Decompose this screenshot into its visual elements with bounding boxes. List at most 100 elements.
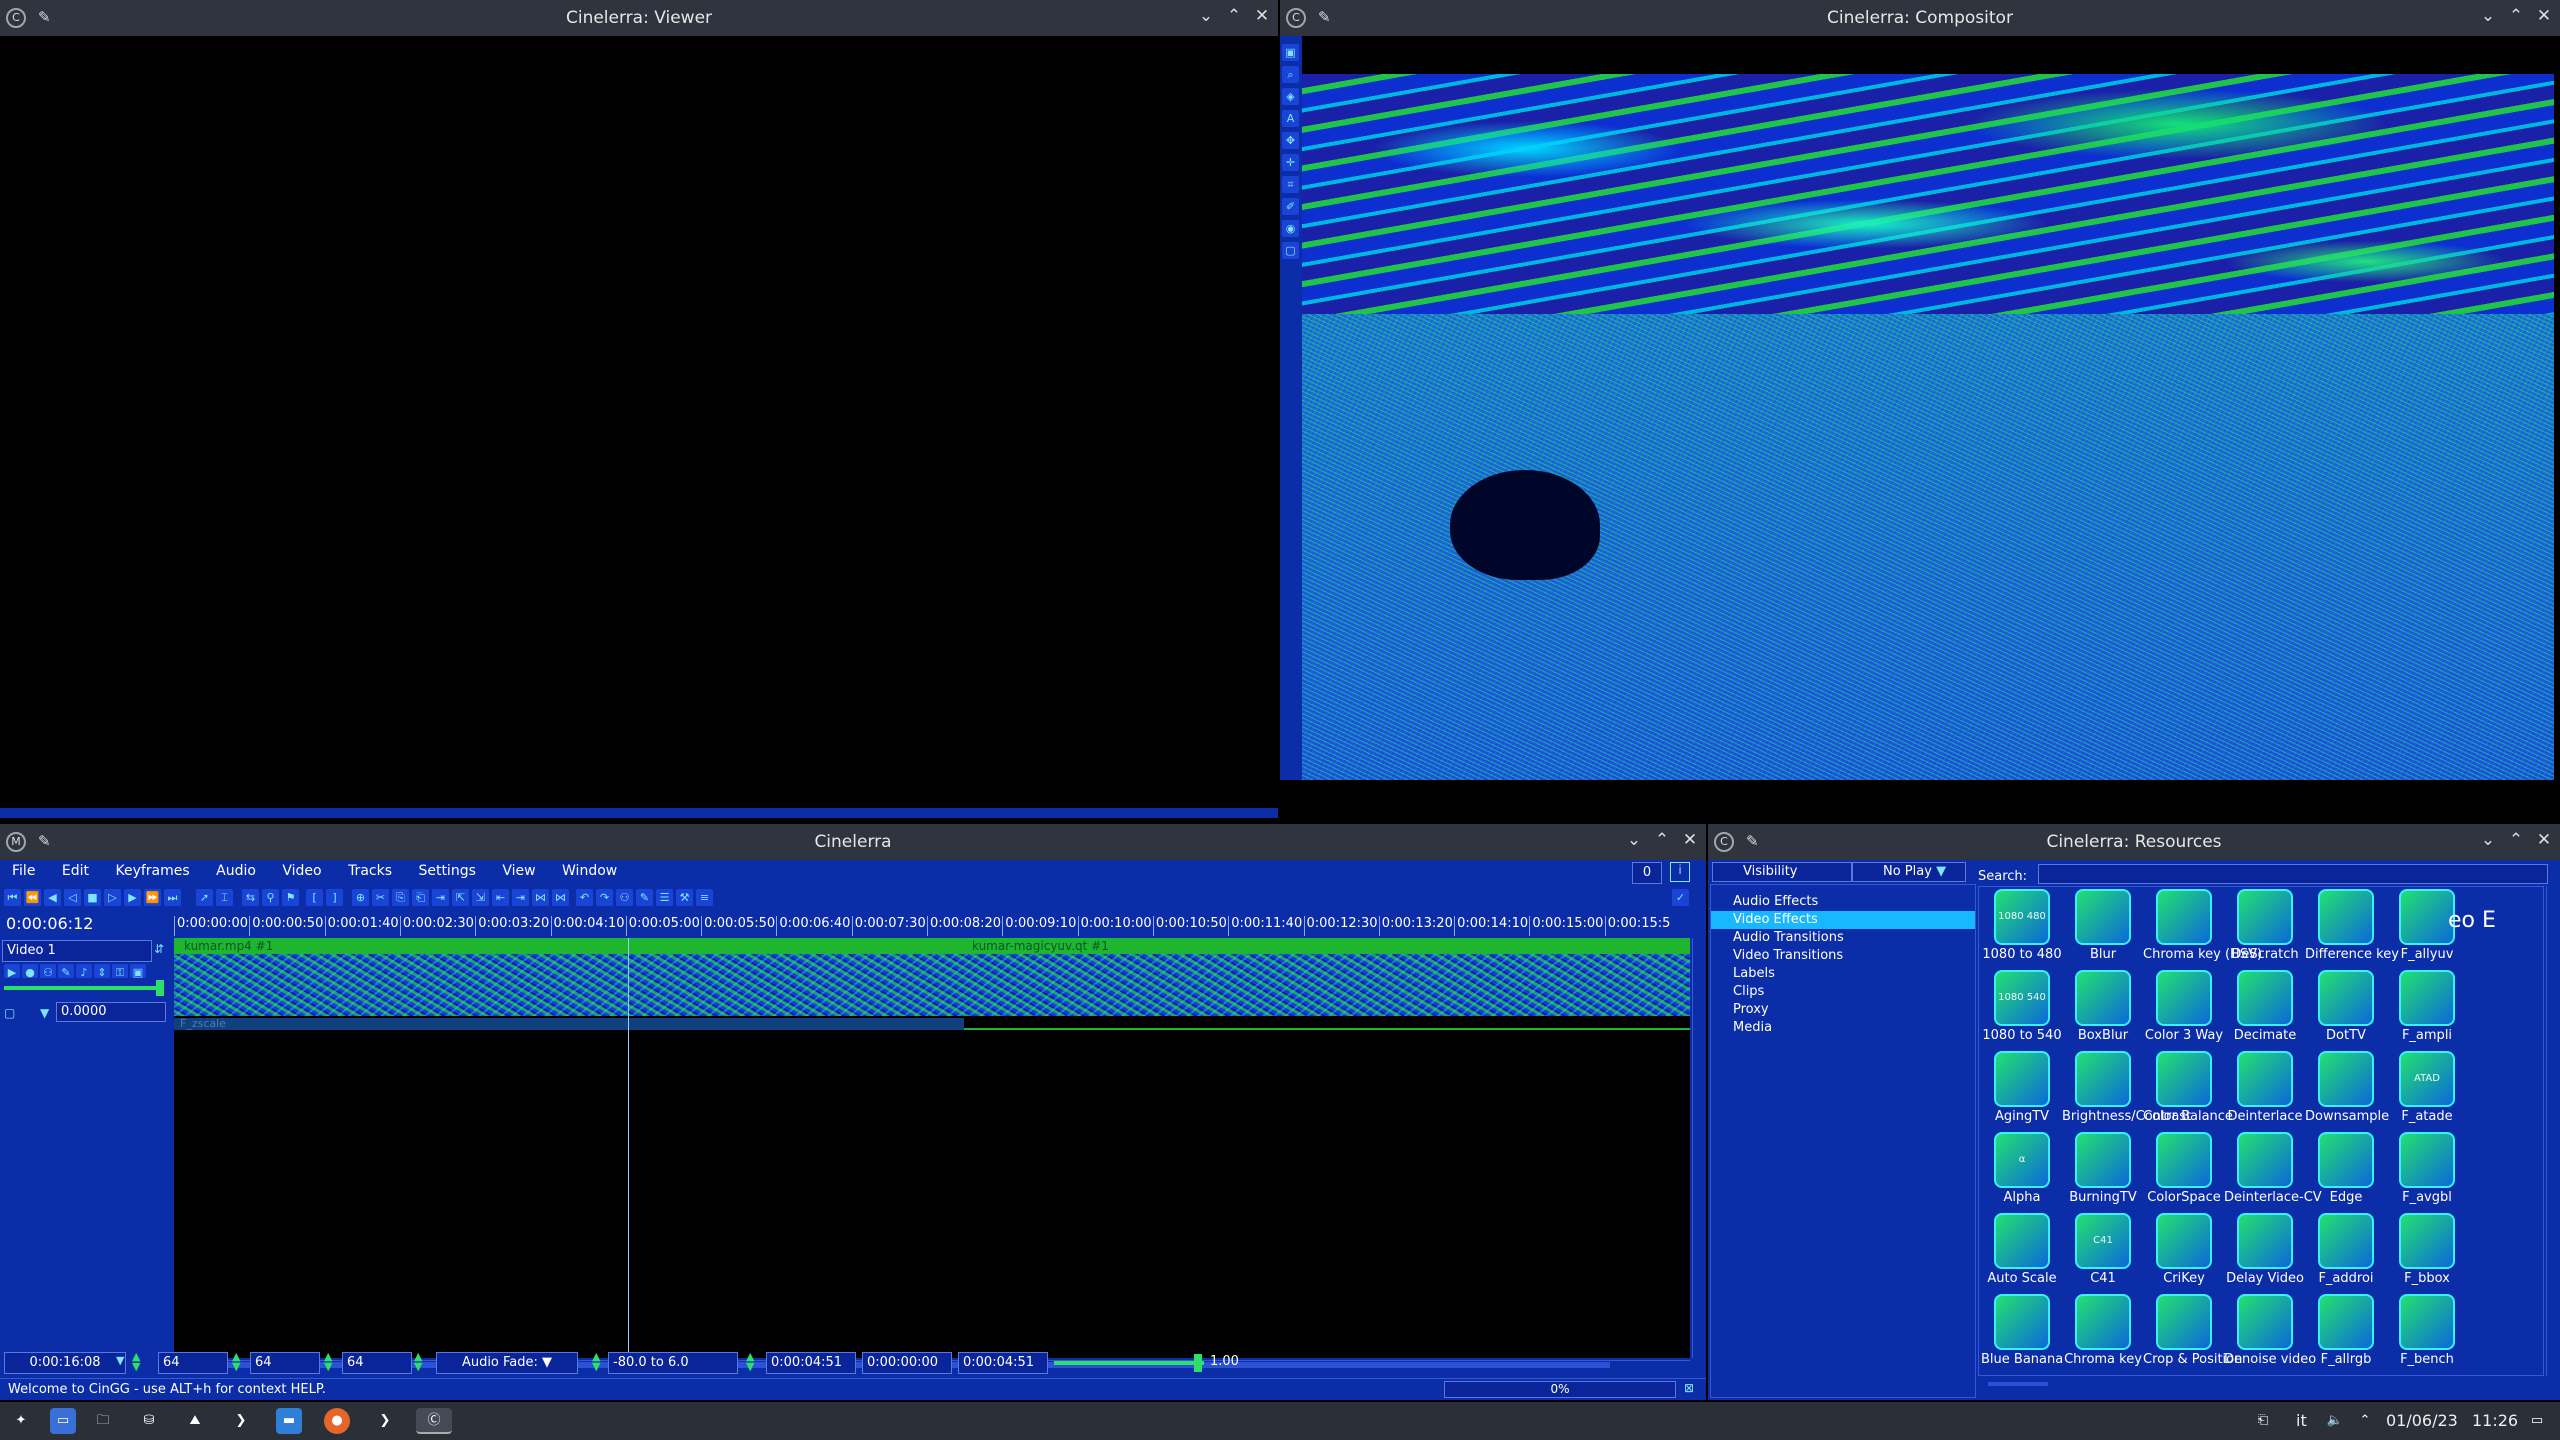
fast-reverse-icon[interactable]: ⏪ [24,889,41,906]
folder-item[interactable]: Labels [1711,965,1975,983]
terminal-2-icon[interactable]: ❯ [372,1408,398,1434]
zoom-spin-3-icon[interactable]: ▲ ▼ [324,1351,332,1372]
effect-item[interactable]: Brightness/Contrast [2062,1051,2191,1133]
extract-icon[interactable]: ⇲ [472,889,489,906]
effect-item[interactable]: Decimate [2224,970,2306,1052]
speed-slider-track[interactable] [1054,1361,1204,1365]
effect-item[interactable]: Denoise video [2224,1294,2316,1375]
play-icon[interactable]: ▶ [124,889,141,906]
effect-item[interactable]: CriKey [2143,1213,2225,1295]
effect-item[interactable]: Deinterlace [2224,1051,2306,1133]
track-fader-knob[interactable] [156,980,164,996]
eyedropper-tool-icon[interactable]: ✐ [1282,198,1299,215]
app-menu-icon[interactable]: ✦ [8,1408,34,1434]
draw-icon[interactable]: ✎ [636,889,653,906]
fade-spin-2-icon[interactable]: ▲ ▼ [746,1351,754,1372]
out-point-icon[interactable]: ] [326,889,343,906]
folder-item[interactable]: Media [1711,1019,1975,1037]
playhead-cursor[interactable] [628,938,629,1358]
zoom-spin-1-icon[interactable]: ▲ ▼ [132,1351,140,1372]
track-mode-icon[interactable]: ▢ [4,1006,15,1020]
gang-icon[interactable]: ⚇ [616,889,633,906]
ruler-tool-icon[interactable]: A [1282,110,1299,127]
menu-video[interactable]: Video [270,860,331,879]
audio-fade-dropdown[interactable]: Audio Fade: ▼ [436,1352,578,1374]
arm-toggle-icon[interactable]: ● [22,964,38,979]
auto-keyframe-icon[interactable]: ⇆ [242,889,259,906]
viewer-titlebar[interactable]: C ✎ Cinelerra: Viewer ⌄ ⌃ ✕ [0,0,1278,36]
folder-item[interactable]: Video Effects [1711,911,1975,929]
effect-item[interactable]: Color 3 Way [2143,970,2225,1052]
expand-toggle-icon[interactable]: ⇕ [94,964,110,979]
gang-toggle-icon[interactable]: ⚇ [40,964,56,979]
menu-tracks[interactable]: Tracks [336,860,402,879]
folder-item[interactable]: Clips [1711,983,1975,1001]
effect-item[interactable]: 1080 480 1080 to 480 [1981,889,2063,971]
arrow-tool-icon[interactable]: ➚ [196,889,213,906]
selection-start-field[interactable]: 0:00:04:51 [766,1352,856,1374]
track-expand-icon[interactable]: ⇵ [154,942,164,956]
main-titlebar[interactable]: M ✎ Cinelerra ⌄ ⌃ ✕ [0,824,1706,860]
tray-expand-icon[interactable]: ⌃ [2352,1408,2378,1434]
effect-item[interactable]: DotTV [2305,970,2387,1052]
show-desktop-icon[interactable]: ▭ [2524,1408,2550,1434]
folder-item[interactable]: Audio Effects [1711,893,1975,911]
grid-hscroll-thumb[interactable] [1988,1382,2048,1386]
effect-item[interactable]: C41 C41 [2062,1213,2144,1295]
search-input[interactable] [2038,864,2548,884]
track-fader[interactable] [4,986,164,990]
effect-item[interactable]: DeScratch [2224,889,2306,971]
zoom-tool-icon[interactable]: ⌕ [1282,66,1299,83]
color-tool-icon[interactable]: ◉ [1282,220,1299,237]
effect-item[interactable]: ColorSpace [2143,1132,2225,1214]
safe-region-icon[interactable]: ▢ [1282,242,1299,259]
effect-item[interactable]: F_addroi [2305,1213,2387,1295]
effect-item[interactable]: Blue Banana [1981,1294,2063,1375]
prev-label-icon[interactable]: ⇤ [492,889,509,906]
sample-zoom-field[interactable]: 64 [158,1352,228,1374]
noplay-dropdown[interactable]: No Play ▼ [1852,862,1966,882]
grid-vscroll[interactable] [2546,886,2558,1376]
clip-title-1[interactable]: kumar.mp4 #1 [184,939,273,953]
terminal-icon[interactable]: ❯ [228,1408,254,1434]
lock-toggle-icon[interactable]: ⚿ [112,964,128,979]
effect-item[interactable]: 1080 540 1080 to 540 [1981,970,2063,1052]
resources-titlebar[interactable]: C ✎ Cinelerra: Resources ⌄ ⌃ ✕ [1708,824,2560,860]
effect-item[interactable]: F_avgbl [2386,1132,2468,1214]
close-icon[interactable]: ✕ [1678,830,1702,850]
mute-toggle-icon[interactable]: ♪ [76,964,92,979]
effect-item[interactable]: Blur [2062,889,2144,971]
effect-bar[interactable] [174,1018,964,1030]
drive-icon[interactable]: ⛁ [136,1408,162,1434]
minimize-icon[interactable]: ⌄ [1194,6,1218,26]
play-toggle-icon[interactable]: ▶ [4,964,20,979]
effect-item[interactable]: Crop & Position [2143,1294,2242,1375]
timeline-ruler[interactable]: 0:00:00:00 0:00:00:50 0:00:01:40 0:00:02:30… [174,912,1686,936]
menu-window[interactable]: Window [550,860,627,879]
stop-icon[interactable]: ■ [84,889,101,906]
fast-forward-icon[interactable]: ⏩ [144,889,161,906]
track-value-field[interactable]: 0.0000 [56,1002,166,1022]
protect-tool-icon[interactable]: ▣ [1282,44,1299,61]
clip-tools-icon[interactable]: ⚒ [676,889,693,906]
fade-spin-icon[interactable]: ▲ ▼ [592,1351,600,1372]
keyboard-layout[interactable]: it [2296,1411,2307,1430]
camera-tool-icon[interactable]: ✥ [1282,132,1299,149]
amp-zoom-field[interactable]: 64 [250,1352,320,1374]
frame-forward-icon[interactable]: ▷ [104,889,121,906]
fade-range-field[interactable]: -80.0 to 6.0 [608,1352,738,1374]
splice-icon[interactable]: ⊕ [352,889,369,906]
effect-item[interactable]: Downsample [2305,1051,2389,1133]
effect-item[interactable]: BoxBlur [2062,970,2144,1052]
clip-title-2[interactable]: kumar-magicyuv.qt #1 [972,939,1109,953]
effect-item[interactable]: Edge [2305,1132,2387,1214]
file-manager-icon[interactable]: 🗀 [90,1408,116,1434]
selection-length-field[interactable]: 0:00:00:00 [862,1352,952,1374]
redo-icon[interactable]: ↷ [596,889,613,906]
close-icon[interactable]: ✕ [1250,6,1274,26]
rewind-start-icon[interactable]: ⏮ [4,889,21,906]
zoom-fit-icon[interactable]: ≡ [696,889,713,906]
jump-end-icon[interactable]: ⏭ [164,889,181,906]
effect-item[interactable]: F_bbox [2386,1213,2468,1295]
master-toggle-icon[interactable]: ▣ [130,964,146,979]
